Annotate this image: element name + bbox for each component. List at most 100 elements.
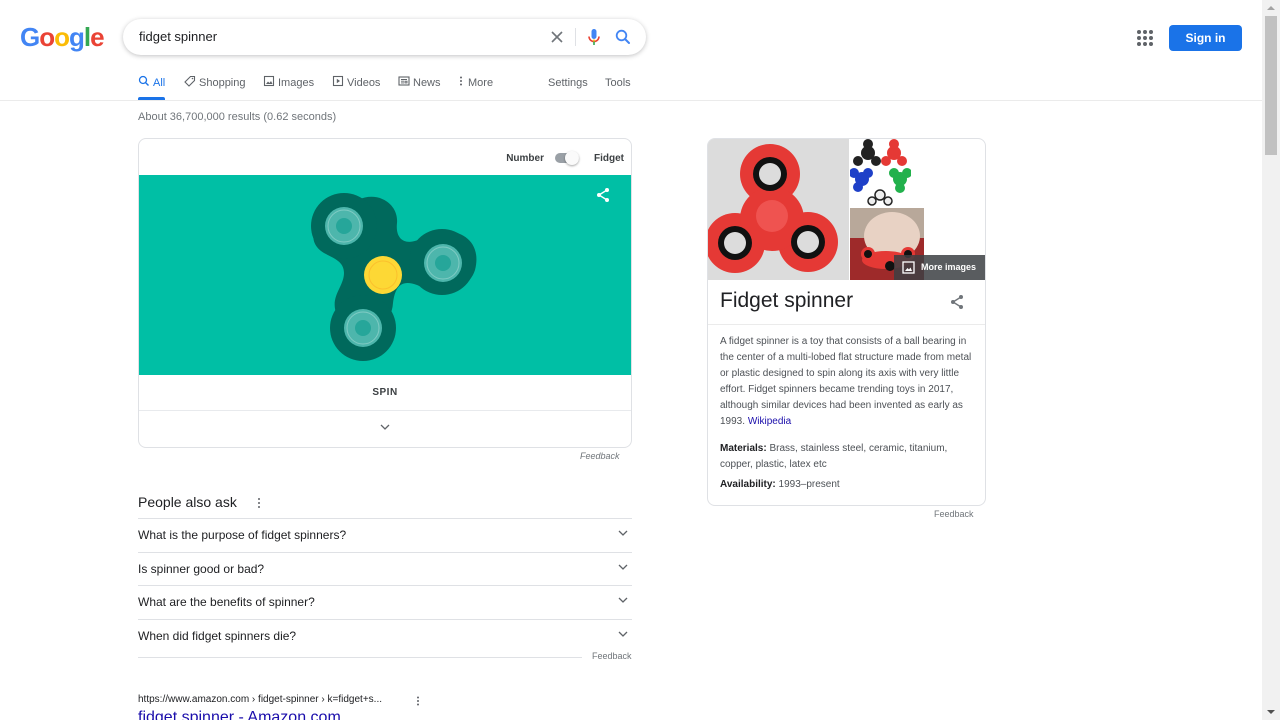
tab-shopping[interactable]: Shopping [184,70,246,100]
fact-materials: Materials: Brass, stainless steel, ceram… [720,441,978,473]
tab-videos[interactable]: Videos [332,70,380,100]
tab-label: Videos [347,77,381,89]
more-images-button[interactable]: More images [894,255,985,280]
tools-link[interactable]: Tools [605,70,631,100]
expand-widget-button[interactable] [139,411,631,447]
tab-label: More [468,77,494,89]
apps-grid-icon [1149,36,1153,40]
center-bearing [364,256,402,294]
header-divider [0,100,1262,101]
paa-divider [138,657,582,658]
tab-label: Images [278,77,315,89]
fidget-spinner[interactable] [139,175,631,375]
tab-label: Shopping [199,77,246,89]
paa-feedback-link[interactable]: Feedback [592,651,632,661]
chevron-down-icon [618,631,628,637]
tab-label: All [153,77,166,89]
spinner-stage[interactable] [139,175,631,375]
share-icon [597,188,609,202]
chevron-down-icon [618,530,628,536]
paa-question-text: Is spinner good or bad? [138,561,265,576]
apps-grid-icon [1149,42,1153,46]
paa-more-button[interactable] [255,496,263,510]
knowledge-image-main[interactable] [708,139,849,280]
more-vert-icon [460,76,462,86]
logo-letter: e [90,22,105,52]
toggle-label-number: Number [506,153,544,164]
spin-button[interactable]: SPIN [139,375,631,411]
search-button[interactable] [613,27,633,47]
microphone-icon [588,29,600,45]
apps-grid-icon [1143,42,1147,46]
chevron-down-icon [380,424,390,430]
widget-feedback-link[interactable]: Feedback [580,451,620,461]
apps-grid-icon [1137,30,1141,34]
apps-grid-icon [1137,42,1141,46]
settings-label: Settings [548,77,588,89]
scroll-down-arrow[interactable] [1262,704,1280,720]
knowledge-description: A fidget spinner is a toy that consists … [720,334,978,430]
apps-grid-icon [1137,36,1141,40]
result-stats: About 36,700,000 results (0.62 seconds) [138,111,337,123]
tab-more[interactable]: More [457,70,493,100]
paa-question[interactable]: What are the benefits of spinner? [138,585,632,619]
logo-letter: o [54,22,70,52]
tab-all[interactable]: All [138,70,166,100]
apps-grid-icon [1149,30,1153,34]
fidget-spinner-widget: Number Fidget SPIN [138,138,632,448]
paa-question[interactable]: Is spinner good or bad? [138,551,632,586]
newspaper-icon [398,76,410,86]
more-vert-icon [417,696,419,706]
page-scrollbar[interactable] [1262,0,1280,720]
settings-link[interactable]: Settings [548,70,588,100]
fact-availability: Availability: 1993–present [720,477,978,493]
search-icon [138,75,149,86]
outer-bearing [424,244,462,282]
voice-search-button[interactable] [585,27,603,47]
more-images-label: More images [921,262,977,272]
paa-question[interactable]: What is the purpose of fidget spinners? [138,518,632,552]
tag-icon [184,75,196,87]
number-fidget-toggle[interactable] [553,151,581,165]
result-url-breadcrumb[interactable]: https://www.amazon.com › fidget-spinner … [138,694,382,705]
paa-question-text: When did fidget spinners die? [138,628,297,643]
fact-label: Materials: [720,443,767,454]
logo-letter: g [69,22,85,52]
people-also-ask-list: What is the purpose of fidget spinners? … [138,518,632,652]
search-input[interactable] [139,19,529,55]
knowledge-share-button[interactable] [949,294,965,310]
toggle-knob [565,151,579,165]
more-vert-icon [258,498,260,508]
outer-bearing [325,207,363,245]
scroll-thumb[interactable] [1265,16,1277,155]
knowledge-divider [708,324,985,325]
sign-in-button[interactable]: Sign in [1169,25,1242,51]
chevron-down-icon [618,597,628,603]
search-divider [575,28,576,46]
close-icon [551,31,563,43]
google-apps-button[interactable] [1137,30,1153,46]
logo-letter: o [39,22,55,52]
search-icon [615,29,630,44]
knowledge-image-colored-spinners[interactable] [850,139,911,207]
search-box [123,19,646,55]
result-options-button[interactable] [415,694,421,706]
tab-label: News [413,77,441,89]
image-icon [263,75,275,87]
scroll-up-arrow[interactable] [1262,0,1280,16]
tab-images[interactable]: Images [263,70,314,100]
result-title-link[interactable]: fidget spinner - Amazon.com [138,709,341,720]
clear-search-button[interactable] [547,27,567,47]
logo-letter: G [20,22,40,52]
google-search-page: Google Sign in A [0,0,1280,720]
google-logo[interactable]: Google [20,22,105,53]
share-button[interactable] [595,187,611,203]
paa-question-text: What is the purpose of fidget spinners? [138,528,347,542]
tab-news[interactable]: News [398,70,441,100]
wikipedia-link[interactable]: Wikipedia [748,416,791,427]
paa-question-text: What are the benefits of spinner? [138,595,315,609]
paa-question[interactable]: When did fidget spinners die? [138,618,632,653]
knowledge-feedback-link[interactable]: Feedback [934,509,974,519]
share-icon [951,295,963,309]
description-text: A fidget spinner is a toy that consists … [720,336,972,427]
